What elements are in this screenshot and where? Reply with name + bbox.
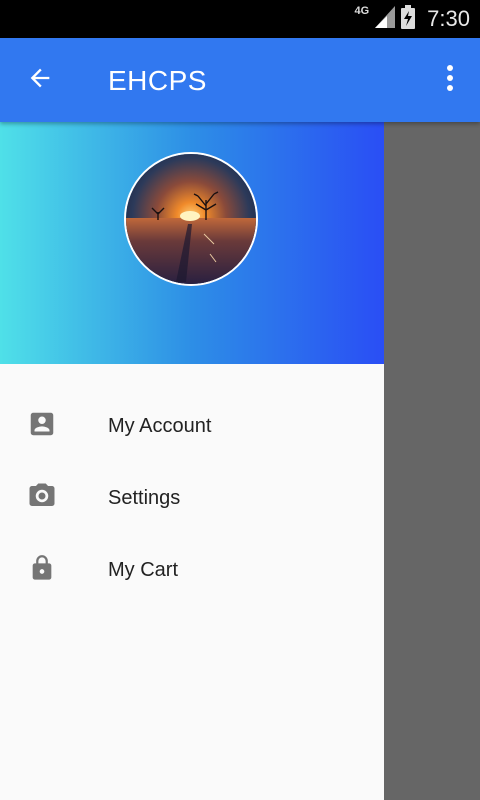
menu-item-my-account[interactable]: My Account: [0, 390, 384, 462]
avatar[interactable]: [124, 152, 258, 286]
drawer-scrim[interactable]: [384, 122, 480, 800]
status-bar: 4G 7:30: [0, 0, 480, 38]
app-bar: EHCPS: [0, 38, 480, 122]
account-box-icon: [26, 408, 58, 440]
arrow-back-icon: [26, 64, 54, 97]
menu-item-label: Settings: [108, 486, 181, 509]
network-type: 4G: [354, 5, 370, 17]
status-time: 7:30: [427, 6, 470, 31]
battery-charging-icon: [401, 4, 416, 34]
signal-icon: [375, 5, 396, 33]
camera-icon: [26, 480, 58, 512]
menu-item-label: My Account: [108, 414, 212, 437]
sunset-tree-photo: [126, 154, 256, 284]
more-vert-icon: [446, 64, 454, 97]
overflow-menu-button[interactable]: [438, 60, 462, 100]
drawer-header: [0, 122, 384, 364]
status-icons: 4G 7:30: [354, 0, 470, 38]
drawer-menu: My Account Settings My Cart: [0, 390, 384, 606]
app-title: EHCPS: [108, 65, 207, 96]
menu-item-settings[interactable]: Settings: [0, 462, 384, 534]
menu-item-label: My Cart: [108, 558, 178, 581]
navigation-drawer: My Account Settings My Cart: [0, 122, 384, 800]
back-button[interactable]: [20, 60, 60, 100]
lock-icon: [26, 552, 58, 584]
menu-item-my-cart[interactable]: My Cart: [0, 534, 384, 606]
